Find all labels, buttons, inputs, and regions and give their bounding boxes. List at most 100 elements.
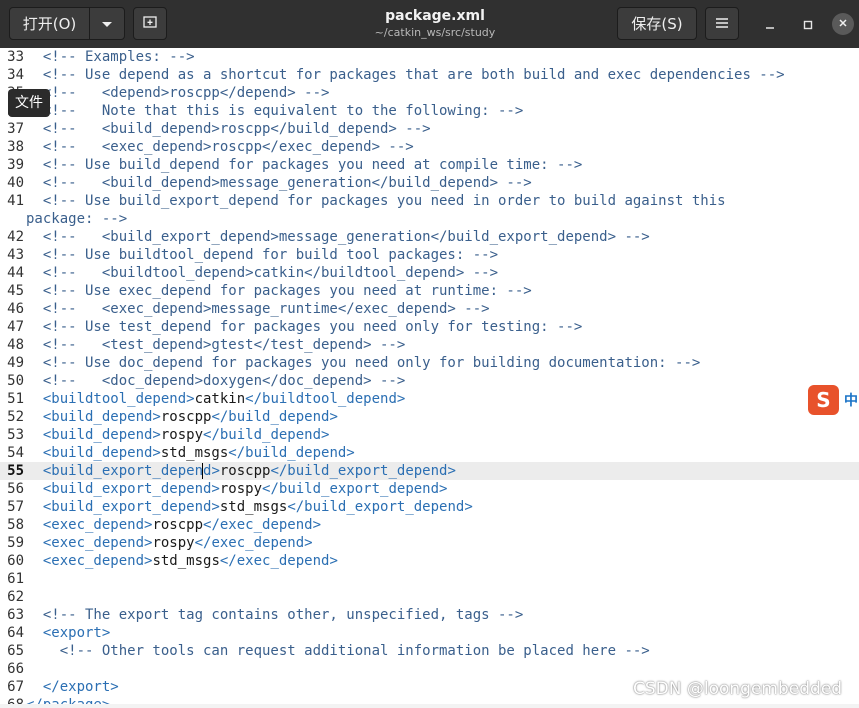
editor-line[interactable]: 40 <!-- <build_depend>message_generation…	[0, 174, 859, 192]
editor-line[interactable]: 43 <!-- Use buildtool_depend for build t…	[0, 246, 859, 264]
close-button[interactable]	[832, 13, 854, 35]
line-number: 39	[7, 157, 24, 173]
editor-line[interactable]: 61	[0, 570, 859, 588]
editor-line[interactable]: 53 <build_depend>rospy</build_depend>	[0, 426, 859, 444]
xml-value: catkin	[194, 391, 246, 407]
code-text: <!-- The export tag contains other, unsp…	[26, 607, 524, 623]
line-number: 60	[7, 553, 24, 569]
editor-line[interactable]: 63 <!-- The export tag contains other, u…	[0, 606, 859, 624]
line-number: 48	[7, 337, 24, 353]
open-button[interactable]: 打开(O)	[9, 7, 90, 40]
editor-line[interactable]: 36 <!-- Note that this is equivalent to …	[0, 102, 859, 120]
editor-line[interactable]: 35 <!-- <depend>roscpp</depend> -->	[0, 84, 859, 102]
code-text: <!-- Other tools can request additional …	[26, 643, 650, 659]
editor-line[interactable]: 33 <!-- Examples: -->	[0, 48, 859, 66]
editor-line[interactable]: package: -->	[0, 210, 859, 228]
minimize-button[interactable]	[760, 14, 780, 34]
maximize-button[interactable]	[798, 14, 818, 34]
xml-value: rospy	[219, 481, 263, 497]
line-number: 45	[7, 283, 24, 299]
code-text: package: -->	[26, 211, 128, 227]
tooltip: 文件	[8, 89, 50, 117]
code-text: <buildtool_depend>catkin</buildtool_depe…	[26, 390, 405, 408]
open-button-label: 打开(O)	[22, 15, 77, 33]
editor-line[interactable]: 49 <!-- Use doc_depend for packages you …	[0, 354, 859, 372]
editor-line[interactable]: 37 <!-- <build_depend>roscpp</build_depe…	[0, 120, 859, 138]
editor-line[interactable]: 38 <!-- <exec_depend>roscpp</exec_depend…	[0, 138, 859, 156]
save-button-label: 保存(S)	[631, 15, 683, 33]
code-text: </export>	[26, 679, 119, 695]
line-number: 67	[7, 679, 24, 695]
line-number: 65	[7, 643, 24, 659]
editor-line[interactable]: 34 <!-- Use depend as a shortcut for pac…	[0, 66, 859, 84]
xml-open-tag: <buildtool_depend>	[26, 391, 195, 407]
xml-open-tag: <build_export_depend>	[26, 481, 220, 497]
code-text: <!-- <build_depend>message_generation</b…	[26, 175, 532, 191]
xml-open-tag: <exec_depend>	[26, 517, 153, 533]
xml-open-tag: <build_depend>	[26, 445, 161, 461]
xml-close-tag: </build_export_depend>	[287, 499, 473, 515]
editor-line[interactable]: 66	[0, 660, 859, 678]
line-number: 55	[7, 463, 24, 479]
main-menu-button[interactable]	[705, 7, 739, 40]
editor-line[interactable]: 64 <export>	[0, 624, 859, 642]
line-number: 40	[7, 175, 24, 191]
editor-line[interactable]: 59 <exec_depend>rospy</exec_depend>	[0, 534, 859, 552]
editor-line[interactable]: 45 <!-- Use exec_depend for packages you…	[0, 282, 859, 300]
xml-value: roscpp	[160, 409, 212, 425]
xml-value: rospy	[152, 535, 195, 551]
editor-line[interactable]: 54 <build_depend>std_msgs</build_depend>	[0, 444, 859, 462]
line-number: 41	[7, 193, 24, 209]
save-button[interactable]: 保存(S)	[617, 7, 697, 40]
code-text: <!-- <build_depend>roscpp</build_depend>…	[26, 121, 431, 137]
code-text: <!-- Use depend as a shortcut for packag…	[26, 67, 785, 83]
line-number: 47	[7, 319, 24, 335]
code-text: <!-- <exec_depend>message_runtime</exec_…	[26, 301, 490, 317]
xml-close-tag: </exec_depend>	[203, 517, 322, 533]
editor-line[interactable]: 60 <exec_depend>std_msgs</exec_depend>	[0, 552, 859, 570]
editor-line[interactable]: 41 <!-- Use build_export_depend for pack…	[0, 192, 859, 210]
editor-line[interactable]: 62	[0, 588, 859, 606]
line-number: 58	[7, 517, 24, 533]
header-bar: 打开(O) package.xml ~/catkin_ws/src/study …	[0, 0, 859, 48]
editor-line[interactable]: 55 <build_export_depend>roscpp</build_ex…	[0, 462, 859, 480]
text-editor[interactable]: 33 <!-- Examples: --> 34 <!-- Use depend …	[0, 48, 859, 708]
line-number: 53	[7, 427, 24, 443]
xml-open-tag: <build_export_depend>	[26, 463, 220, 479]
open-menu-button[interactable]	[89, 7, 125, 40]
code-text: <exec_depend>rospy</exec_depend>	[26, 534, 313, 552]
ime-indicator[interactable]: S 中	[808, 385, 859, 415]
editor-line[interactable]: 65 <!-- Other tools can request addition…	[0, 642, 859, 660]
code-text: <!-- Use buildtool_depend for build tool…	[26, 247, 499, 263]
editor-line[interactable]: 52 <build_depend>roscpp</build_depend>	[0, 408, 859, 426]
xml-close-tag: </build_export_depend>	[270, 463, 456, 479]
editor-line[interactable]: 50 <!-- <doc_depend>doxygen</doc_depend>…	[0, 372, 859, 390]
code-text: <build_export_depend>roscpp</build_expor…	[26, 462, 456, 480]
editor-line[interactable]: 39 <!-- Use build_depend for packages yo…	[0, 156, 859, 174]
close-icon	[838, 18, 848, 31]
xml-close-tag: </exec_depend>	[219, 553, 338, 569]
editor-line[interactable]: 48 <!-- <test_depend>gtest</test_depend>…	[0, 336, 859, 354]
horizontal-scrollbar[interactable]	[0, 704, 859, 708]
code-text: <!-- Use build_depend for packages you n…	[26, 157, 583, 173]
code-text: <!-- Note that this is equivalent to the…	[26, 103, 524, 119]
editor-line[interactable]: 47 <!-- Use test_depend for packages you…	[0, 318, 859, 336]
editor-line[interactable]: 42 <!-- <build_export_depend>message_gen…	[0, 228, 859, 246]
xml-open-tag: <build_depend>	[26, 427, 161, 443]
xml-value: rospy	[160, 427, 204, 443]
editor-line[interactable]: 51 <buildtool_depend>catkin</buildtool_d…	[0, 390, 859, 408]
xml-close-tag: </build_export_depend>	[262, 481, 448, 497]
editor-line[interactable]: 57 <build_export_depend>std_msgs</build_…	[0, 498, 859, 516]
line-number: 57	[7, 499, 24, 515]
editor-line[interactable]: 58 <exec_depend>roscpp</exec_depend>	[0, 516, 859, 534]
hamburger-menu-icon	[715, 15, 729, 33]
line-number: 37	[7, 121, 24, 137]
code-text: <exec_depend>roscpp</exec_depend>	[26, 516, 321, 534]
editor-line[interactable]: 46 <!-- <exec_depend>message_runtime</ex…	[0, 300, 859, 318]
editor-line[interactable]: 44 <!-- <buildtool_depend>catkin</buildt…	[0, 264, 859, 282]
xml-close-tag: </build_depend>	[203, 427, 330, 443]
editor-line[interactable]: 56 <build_export_depend>rospy</build_exp…	[0, 480, 859, 498]
code-text: <!-- <test_depend>gtest</test_depend> --…	[26, 337, 406, 353]
code-text: <!-- Examples: -->	[26, 49, 195, 65]
new-tab-button[interactable]	[133, 7, 167, 40]
